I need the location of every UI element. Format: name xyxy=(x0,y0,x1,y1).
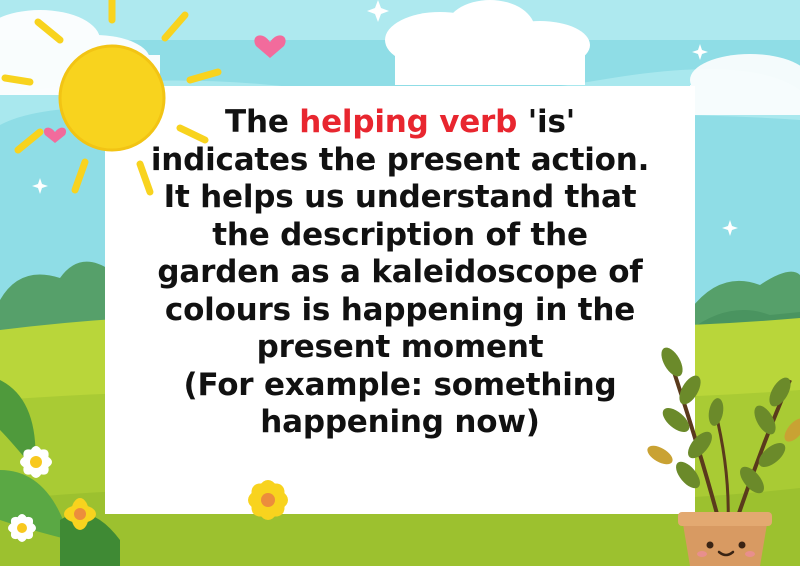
message-line-4: the description of the xyxy=(212,216,588,253)
text-segment: The xyxy=(225,104,300,140)
message-line-9: happening now) xyxy=(260,404,540,440)
message-line-8: (For example: something xyxy=(183,366,617,403)
message-line-5: garden as a kaleidoscope of xyxy=(157,254,643,290)
message-line-3: It helps us understand that xyxy=(163,179,637,215)
cloud-icon xyxy=(690,54,800,115)
message-line-1: The helping verb 'is' xyxy=(105,104,695,142)
message-text: The helping verb 'is' indicates the pres… xyxy=(105,104,695,442)
helping-verb-highlight: helping verb xyxy=(299,104,518,140)
message-line-2: indicates the present action. xyxy=(150,141,650,178)
message-line-6: colours is happening in the xyxy=(164,291,636,328)
text-segment: 'is' xyxy=(517,104,575,140)
message-line-7: present moment xyxy=(256,329,544,365)
